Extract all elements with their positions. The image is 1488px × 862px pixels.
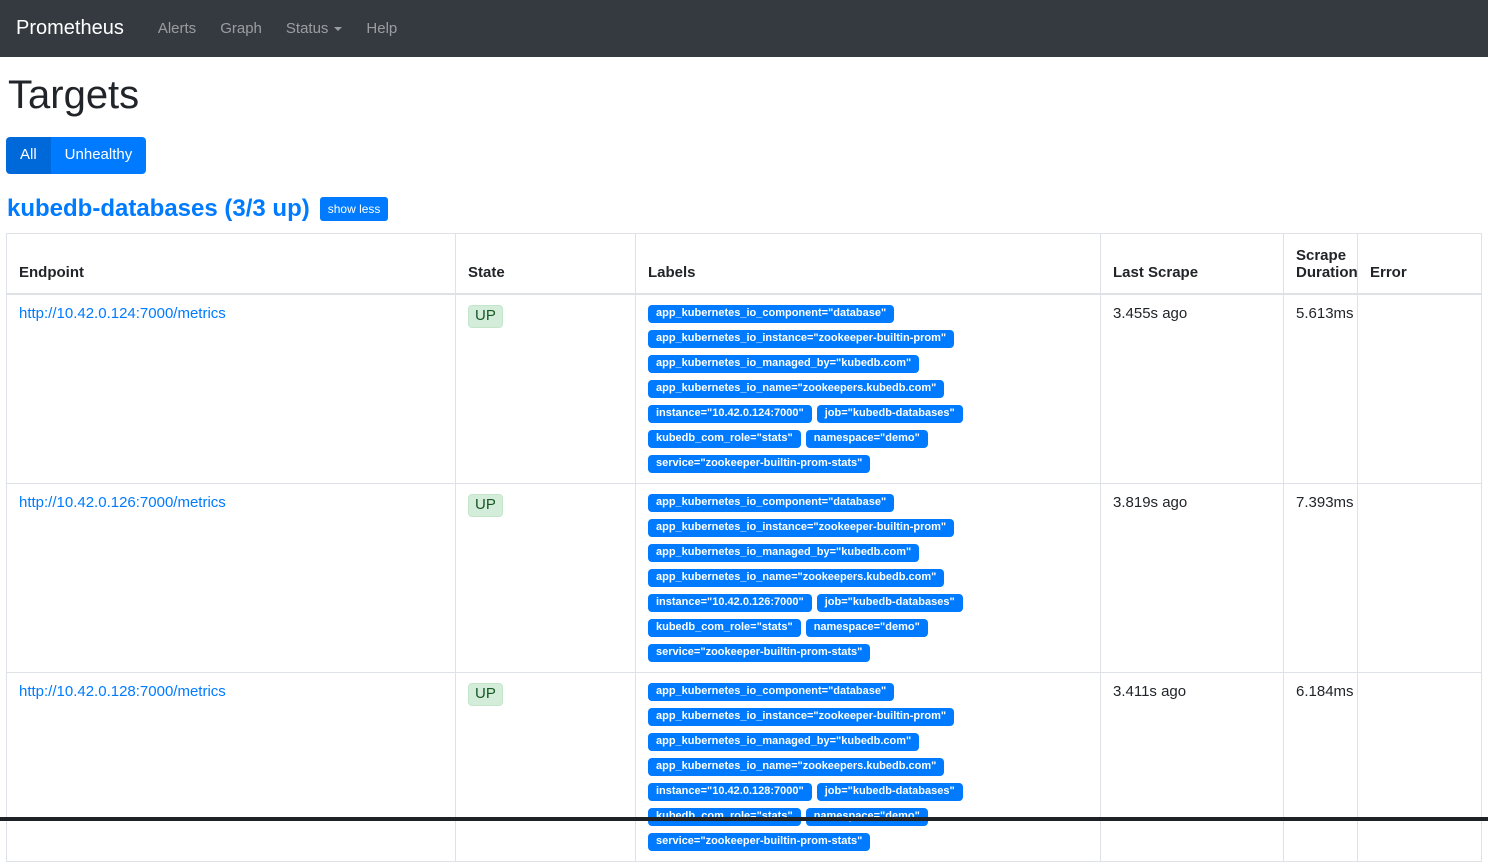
error-value (1358, 294, 1482, 484)
label-badge: namespace="demo" (806, 619, 928, 637)
target-filter-group: All Unhealthy (6, 137, 146, 174)
brand-prometheus[interactable]: Prometheus (8, 17, 132, 40)
column-header-labels: Labels (636, 234, 1101, 294)
label-badge: service="zookeeper-builtin-prom-stats" (648, 644, 870, 662)
label-badge: app_kubernetes_io_component="database" (648, 494, 894, 512)
error-value (1358, 483, 1482, 672)
table-header-row: Endpoint State Labels Last Scrape Scrape… (7, 234, 1482, 294)
labels-list: app_kubernetes_io_component="database"ap… (648, 683, 1088, 851)
filter-unhealthy-button[interactable]: Unhealthy (51, 137, 147, 174)
label-badge: app_kubernetes_io_component="database" (648, 305, 894, 323)
endpoint-link[interactable]: http://10.42.0.128:7000/metrics (19, 683, 226, 700)
nav-item-status-label: Status (286, 20, 329, 37)
scrape-duration-value: 7.393ms (1284, 483, 1358, 672)
bottom-edge-strip (0, 817, 1488, 821)
label-badge: app_kubernetes_io_instance="zookeeper-bu… (648, 708, 954, 726)
label-badge: app_kubernetes_io_instance="zookeeper-bu… (648, 330, 954, 348)
label-badge: app_kubernetes_io_name="zookeepers.kubed… (648, 569, 944, 587)
label-badge: namespace="demo" (806, 430, 928, 448)
scrape-duration-value: 5.613ms (1284, 294, 1358, 484)
column-header-state: State (456, 234, 636, 294)
label-badge: app_kubernetes_io_name="zookeepers.kubed… (648, 758, 944, 776)
nav-item-alerts[interactable]: Alerts (146, 20, 208, 37)
endpoint-link[interactable]: http://10.42.0.126:7000/metrics (19, 494, 226, 511)
label-badge: app_kubernetes_io_name="zookeepers.kubed… (648, 380, 944, 398)
nav-item-alerts-label: Alerts (158, 20, 196, 37)
table-row: http://10.42.0.126:7000/metrics UP app_k… (7, 483, 1482, 672)
label-badge: instance="10.42.0.128:7000" (648, 783, 812, 801)
chevron-down-icon (334, 27, 342, 31)
label-badge: kubedb_com_role="stats" (648, 619, 801, 637)
column-header-scrape-duration: Scrape Duration (1284, 234, 1358, 294)
labels-list: app_kubernetes_io_component="database"ap… (648, 305, 1088, 473)
state-badge: UP (468, 305, 503, 329)
job-heading-row: kubedb-databases (3/3 up) show less (7, 196, 1482, 222)
show-less-button[interactable]: show less (320, 197, 389, 221)
endpoint-link[interactable]: http://10.42.0.124:7000/metrics (19, 305, 226, 322)
scrape-duration-value: 6.184ms (1284, 672, 1358, 861)
label-badge: app_kubernetes_io_managed_by="kubedb.com… (648, 544, 919, 562)
nav-item-status[interactable]: Status (274, 20, 355, 37)
filter-all-button[interactable]: All (6, 137, 51, 174)
column-header-endpoint: Endpoint (7, 234, 456, 294)
column-header-last-scrape: Last Scrape (1101, 234, 1284, 294)
label-badge: kubedb_com_role="stats" (648, 430, 801, 448)
nav-item-graph[interactable]: Graph (208, 20, 274, 37)
label-badge: app_kubernetes_io_instance="zookeeper-bu… (648, 519, 954, 537)
label-badge: job="kubedb-databases" (817, 405, 963, 423)
table-row: http://10.42.0.128:7000/metrics UP app_k… (7, 672, 1482, 861)
label-badge: app_kubernetes_io_managed_by="kubedb.com… (648, 355, 919, 373)
job-heading: kubedb-databases (3/3 up) (7, 196, 310, 222)
state-badge: UP (468, 494, 503, 518)
nav-item-help-label: Help (366, 20, 397, 37)
column-header-error: Error (1358, 234, 1482, 294)
last-scrape-value: 3.819s ago (1101, 483, 1284, 672)
table-row: http://10.42.0.124:7000/metrics UP app_k… (7, 294, 1482, 484)
label-badge: app_kubernetes_io_component="database" (648, 683, 894, 701)
nav-item-help[interactable]: Help (354, 20, 409, 37)
main-content: Targets All Unhealthy kubedb-databases (… (0, 73, 1488, 862)
label-badge: job="kubedb-databases" (817, 594, 963, 612)
nav-item-graph-label: Graph (220, 20, 262, 37)
labels-list: app_kubernetes_io_component="database"ap… (648, 494, 1088, 662)
navbar: Prometheus Alerts Graph Status Help (0, 0, 1488, 57)
label-badge: job="kubedb-databases" (817, 783, 963, 801)
state-badge: UP (468, 683, 503, 707)
label-badge: service="zookeeper-builtin-prom-stats" (648, 833, 870, 851)
last-scrape-value: 3.411s ago (1101, 672, 1284, 861)
targets-table: Endpoint State Labels Last Scrape Scrape… (6, 233, 1482, 862)
label-badge: instance="10.42.0.126:7000" (648, 594, 812, 612)
last-scrape-value: 3.455s ago (1101, 294, 1284, 484)
label-badge: app_kubernetes_io_managed_by="kubedb.com… (648, 733, 919, 751)
error-value (1358, 672, 1482, 861)
page-title: Targets (8, 73, 1482, 117)
label-badge: instance="10.42.0.124:7000" (648, 405, 812, 423)
label-badge: service="zookeeper-builtin-prom-stats" (648, 455, 870, 473)
